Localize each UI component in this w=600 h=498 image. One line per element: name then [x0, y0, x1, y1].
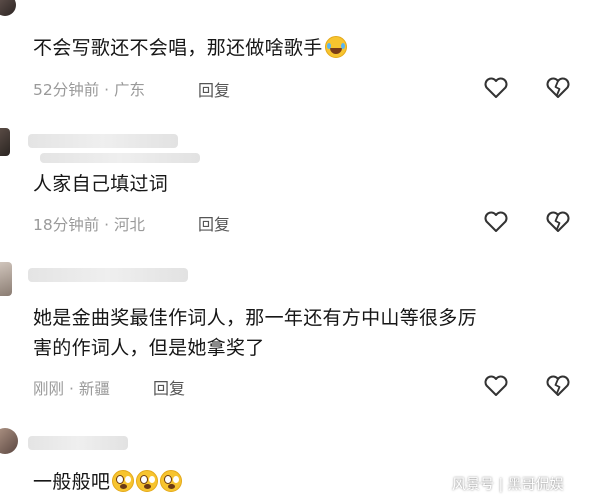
username-blurred-detail — [40, 153, 200, 163]
watermark: 风景号 | 黑哥侃娱 — [452, 477, 564, 493]
heart-outline-icon[interactable] — [483, 374, 509, 398]
comment-text: 不会写歌还不会唱，那还做啥歌手 — [33, 33, 347, 63]
username-blurred — [28, 268, 188, 282]
shocked-face-emoji-icon — [112, 470, 135, 492]
shocked-face-emoji-icon — [136, 470, 159, 492]
avatar[interactable] — [0, 428, 18, 454]
broken-heart-icon[interactable] — [545, 374, 571, 398]
comment-meta: 18分钟前 · 河北 — [33, 216, 146, 234]
comment-text: 人家自己填过词 — [33, 173, 169, 195]
username-blurred — [28, 134, 178, 148]
broken-heart-icon[interactable] — [545, 210, 571, 234]
broken-heart-icon[interactable] — [545, 76, 571, 100]
heart-outline-icon[interactable] — [483, 76, 509, 100]
avatar[interactable] — [0, 262, 12, 296]
heart-outline-icon[interactable] — [483, 210, 509, 234]
comment-text: 一般般吧 — [33, 467, 183, 497]
avatar[interactable] — [0, 0, 16, 16]
comment-text: 她是金曲奖最佳作词人，那一年还有方中山等很多厉害的作词人，但是她拿奖了 — [33, 307, 477, 359]
reply-button[interactable]: 回复 — [198, 77, 230, 101]
laughing-tears-emoji-icon — [324, 36, 347, 58]
reply-button[interactable]: 回复 — [153, 375, 185, 399]
shocked-face-emoji-icon — [160, 470, 183, 492]
username-blurred — [28, 436, 128, 450]
comment-meta: 52分钟前 · 广东 — [33, 81, 146, 99]
comment-meta: 刚刚 · 新疆 — [33, 380, 110, 398]
avatar[interactable] — [0, 128, 10, 156]
reply-button[interactable]: 回复 — [198, 211, 230, 235]
